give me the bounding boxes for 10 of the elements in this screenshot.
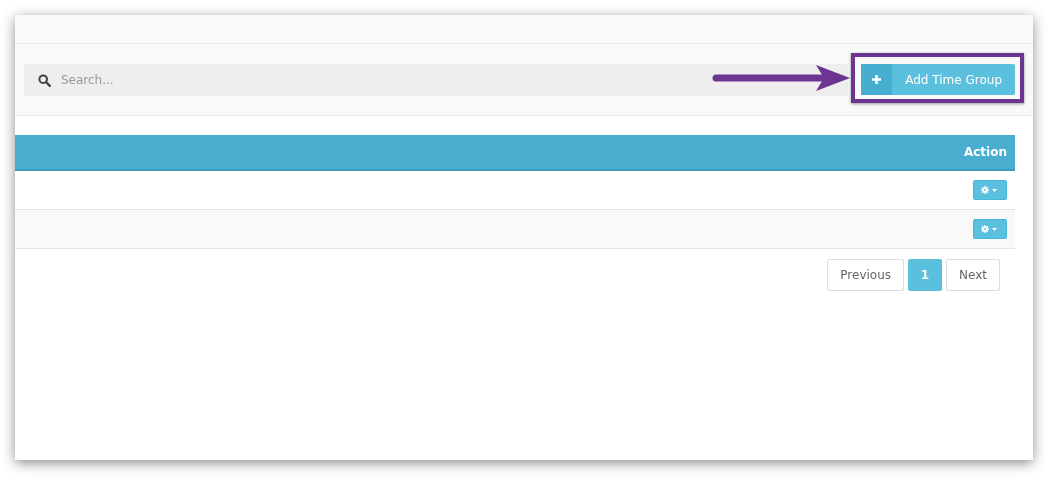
next-button[interactable]: Next bbox=[946, 259, 1000, 291]
settings-dropdown-button[interactable] bbox=[973, 219, 1007, 239]
settings-icon bbox=[981, 186, 999, 194]
previous-button[interactable]: Previous bbox=[827, 259, 905, 291]
settings-icon bbox=[981, 225, 999, 233]
settings-dropdown-button[interactable] bbox=[973, 180, 1007, 200]
column-header: Action bbox=[963, 145, 1007, 159]
search-icon bbox=[38, 73, 51, 87]
plus-icon bbox=[871, 74, 883, 85]
search-field[interactable]: Search... bbox=[24, 63, 849, 96]
